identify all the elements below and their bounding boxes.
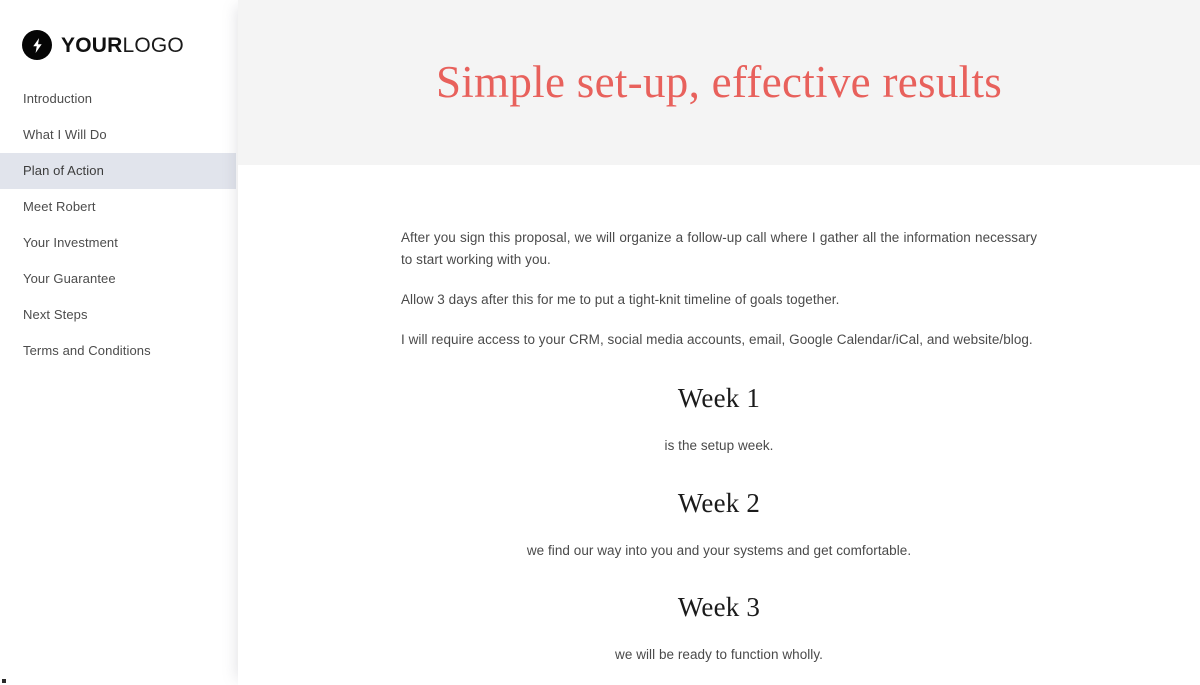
sidebar-item-plan-of-action[interactable]: Plan of Action bbox=[0, 153, 236, 189]
sidebar-item-next-steps[interactable]: Next Steps bbox=[0, 297, 236, 333]
body-inner: After you sign this proposal, we will or… bbox=[401, 165, 1037, 665]
week-2-description: we find our way into you and your system… bbox=[526, 542, 912, 558]
scroll-indicator[interactable] bbox=[2, 679, 6, 683]
proposal-page: YOURLOGO Introduction What I Will Do Pla… bbox=[0, 0, 1200, 685]
logo-text-light: LOGO bbox=[122, 33, 184, 57]
week-3-title: Week 3 bbox=[677, 592, 761, 623]
sidebar-item-what-i-will-do[interactable]: What I Will Do bbox=[0, 117, 236, 153]
sidebar-nav: Introduction What I Will Do Plan of Acti… bbox=[0, 81, 236, 369]
sidebar-item-your-guarantee[interactable]: Your Guarantee bbox=[0, 261, 236, 297]
week-1-description: is the setup week. bbox=[664, 438, 774, 454]
page-header: Simple set-up, effective results bbox=[238, 0, 1200, 165]
week-3-description: we will be ready to function wholly. bbox=[615, 646, 823, 662]
logo-text: YOURLOGO bbox=[61, 35, 184, 56]
lightning-bolt-icon bbox=[22, 30, 52, 60]
sidebar: YOURLOGO Introduction What I Will Do Pla… bbox=[0, 0, 236, 685]
week-block-1: Week 1 is the setup week. bbox=[401, 382, 1037, 456]
page-title: Simple set-up, effective results bbox=[435, 56, 1003, 107]
week-1-title: Week 1 bbox=[677, 383, 761, 414]
week-block-3: Week 3 we will be ready to function whol… bbox=[401, 591, 1037, 665]
intro-paragraph-1: After you sign this proposal, we will or… bbox=[401, 230, 1037, 267]
sidebar-item-introduction[interactable]: Introduction bbox=[0, 81, 236, 117]
logo-text-bold: YOUR bbox=[61, 33, 123, 57]
sidebar-item-terms-and-conditions[interactable]: Terms and Conditions bbox=[0, 333, 236, 369]
intro-paragraph-2: Allow 3 days after this for me to put a … bbox=[401, 291, 840, 307]
sidebar-item-your-investment[interactable]: Your Investment bbox=[0, 225, 236, 261]
logo[interactable]: YOURLOGO bbox=[0, 0, 236, 62]
page-body: After you sign this proposal, we will or… bbox=[238, 165, 1200, 685]
week-2-title: Week 2 bbox=[677, 487, 761, 518]
week-block-2: Week 2 we find our way into you and your… bbox=[401, 487, 1037, 561]
intro-paragraph-3: I will require access to your CRM, socia… bbox=[401, 331, 1033, 347]
sidebar-item-meet-robert[interactable]: Meet Robert bbox=[0, 189, 236, 225]
content-panel: Simple set-up, effective results After y… bbox=[238, 0, 1200, 685]
